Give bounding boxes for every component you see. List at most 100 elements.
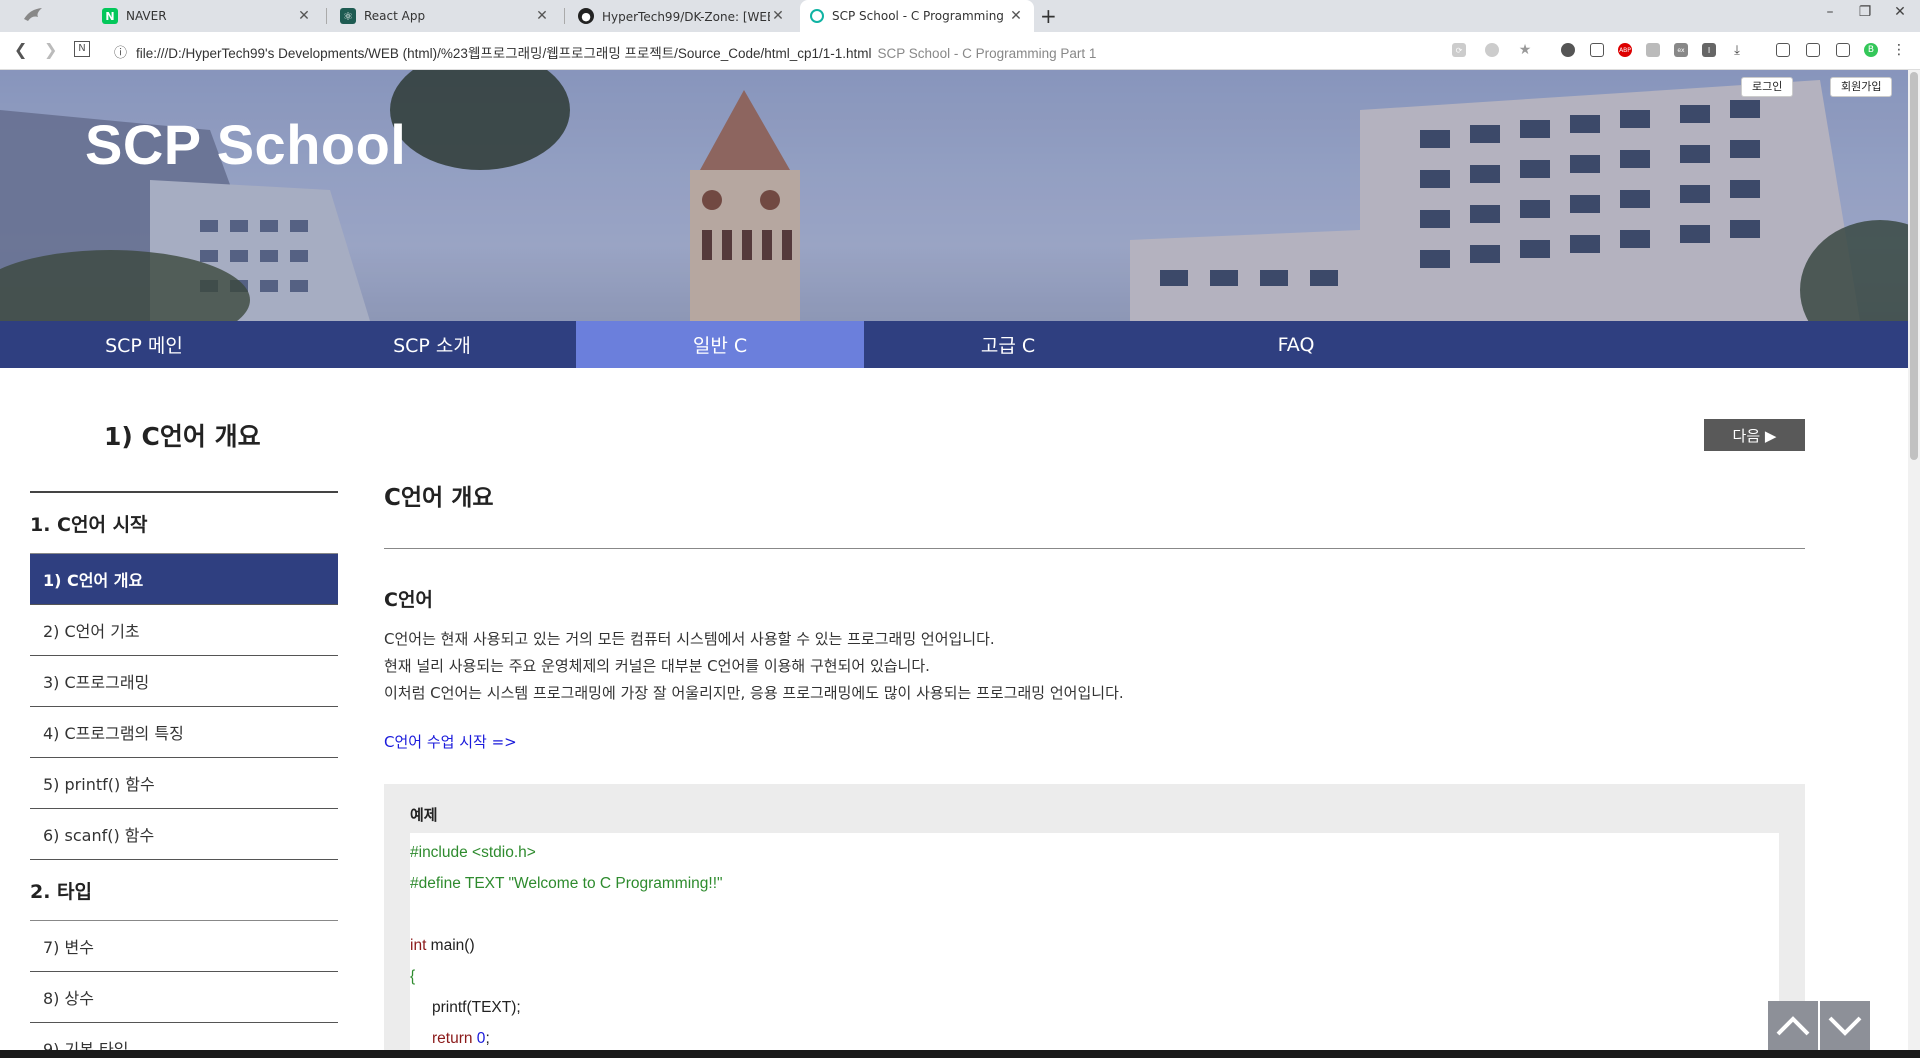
code-line: #include <stdio.h> [410, 844, 536, 861]
example-title: 예제 [410, 806, 438, 824]
code-line: int main() [410, 930, 1779, 961]
tab-github[interactable]: ● HyperTech99/DK-Zone: [WEB]개 ✕ [568, 0, 796, 32]
chevron-up-icon [1776, 1016, 1810, 1036]
paragraph-line: 현재 널리 사용되는 주요 운영체제의 커널은 대부분 C언어를 이용해 구현되… [384, 657, 930, 675]
site-title[interactable]: SCP School [85, 112, 406, 177]
github-icon: ● [578, 8, 594, 24]
home-icon[interactable]: N [74, 41, 90, 57]
divider [384, 548, 1805, 549]
scrollbar-thumb[interactable] [1910, 72, 1918, 460]
browser-tab-bar: N NAVER ✕ ⚛ React App ✕ ● HyperTech99/DK… [0, 0, 1920, 32]
scroll-to-top-button[interactable] [1768, 1001, 1818, 1051]
signup-button[interactable]: 회원가입 [1830, 77, 1893, 97]
code-line: printf(TEXT); [432, 999, 521, 1016]
reload-icon[interactable]: ⟳ [1452, 43, 1466, 57]
page-scrollbar[interactable] [1908, 70, 1920, 1058]
minimize-icon[interactable]: – [1820, 4, 1840, 20]
url-text: file:///D:/HyperTech99's Developments/WE… [136, 46, 872, 61]
sidebar-section-title: 2. 타입 [30, 860, 338, 921]
star-icon[interactable]: ★ [1518, 42, 1532, 58]
tab-title: HyperTech99/DK-Zone: [WEB]개 [602, 9, 770, 24]
sidebar-item-c-overview[interactable]: 1) C언어 개요 [30, 554, 338, 605]
tab-separator [326, 8, 327, 24]
sidebar-item-scanf[interactable]: 6) scanf() 함수 [30, 809, 338, 860]
os-taskbar [0, 1050, 1920, 1058]
main-content: C언어 개요 C언어 C언어는 현재 사용되고 있는 거의 모든 컴퓨터 시스템… [384, 478, 1805, 752]
info-icon[interactable]: ⓘ [114, 42, 127, 61]
profile-avatar[interactable]: B [1864, 43, 1878, 57]
scroll-to-bottom-button[interactable] [1820, 1001, 1870, 1051]
sidebar-item-c-features[interactable]: 4) C프로그램의 특징 [30, 707, 338, 758]
tab-react-app[interactable]: ⚛ React App ✕ [330, 0, 560, 32]
sidebar-section-title: 1. C언어 시작 [30, 493, 338, 554]
extension-icon[interactable]: ex [1674, 43, 1688, 57]
sidebar-item-variables[interactable]: 7) 변수 [30, 921, 338, 972]
tab-title: React App [364, 9, 426, 23]
code-number: 0 [472, 1030, 486, 1047]
nav-item-scp-main[interactable]: SCP 메인 [0, 321, 288, 368]
start-lesson-link[interactable]: C언어 수업 시작 => [384, 731, 517, 752]
code-line: { [410, 968, 416, 985]
reader-icon[interactable] [1806, 43, 1820, 57]
sidebar-item-c-programming[interactable]: 3) C프로그래밍 [30, 656, 338, 707]
code-block: #include <stdio.h> #define TEXT "Welcome… [410, 833, 1779, 1058]
sidebar: 1. C언어 시작 1) C언어 개요 2) C언어 기초 3) C프로그래밍 … [30, 491, 338, 1058]
close-icon[interactable]: ✕ [534, 8, 550, 24]
nav-item-faq[interactable]: FAQ [1152, 321, 1440, 368]
sidebar-item-printf[interactable]: 5) printf() 함수 [30, 758, 338, 809]
menu-icon[interactable]: ⋮ [1892, 42, 1906, 58]
address-bar: ❮ ❯ N ⓘ file:///D:/HyperTech99's Develop… [0, 32, 1920, 70]
naver-icon: N [102, 8, 118, 24]
nav-item-advanced-c[interactable]: 고급 C [864, 321, 1152, 368]
sidepanel-icon[interactable] [1836, 43, 1850, 57]
sidebar-item-constants[interactable]: 8) 상수 [30, 972, 338, 1023]
screenshot-icon[interactable] [1776, 43, 1790, 57]
close-icon[interactable]: ✕ [770, 8, 786, 24]
nav-item-scp-intro[interactable]: SCP 소개 [288, 321, 576, 368]
url-field[interactable]: file:///D:/HyperTech99's Developments/WE… [136, 42, 1096, 62]
tab-naver[interactable]: N NAVER ✕ [92, 0, 322, 32]
tab-title: NAVER [126, 9, 167, 23]
window-icon[interactable] [1590, 43, 1604, 57]
close-window-icon[interactable]: ✕ [1890, 4, 1910, 20]
close-icon[interactable]: ✕ [1008, 8, 1024, 24]
paragraph-line: C언어는 현재 사용되고 있는 거의 모든 컴퓨터 시스템에서 사용할 수 있는… [384, 630, 995, 648]
new-tab-button[interactable]: + [1040, 4, 1057, 28]
tab-scp-school[interactable]: SCP School - C Programming P ✕ [800, 0, 1034, 32]
hero-banner: SCP School 로그인 회원가입 [0, 70, 1920, 321]
code-keyword: return [432, 1030, 473, 1047]
extension-icon[interactable] [1646, 43, 1660, 57]
code-keyword: int [410, 937, 427, 954]
main-nav: SCP 메인 SCP 소개 일반 C 고급 C FAQ [0, 321, 1920, 368]
paragraph-line: 이처럼 C언어는 시스템 프로그래밍에 가장 잘 어울리지만, 응용 프로그래밍… [384, 684, 1124, 702]
campus-illustration [0, 70, 1920, 321]
adblock-icon[interactable]: ABP [1618, 43, 1632, 57]
nav-item-general-c[interactable]: 일반 C [576, 321, 864, 368]
example-box: 예제 #include <stdio.h> #define TEXT "Welc… [384, 784, 1805, 1058]
code-line: #define TEXT "Welcome to C Programming!!… [410, 875, 723, 892]
next-button[interactable]: 다음 ▶ [1704, 419, 1805, 451]
sidebar-item-c-basics[interactable]: 2) C언어 기초 [30, 605, 338, 656]
close-icon[interactable]: ✕ [296, 8, 312, 24]
code-punct: ; [485, 1030, 490, 1047]
content-title: C언어 개요 [384, 485, 494, 511]
chevron-down-icon [1828, 1016, 1862, 1036]
tab-separator [564, 8, 565, 24]
restore-icon[interactable]: ❐ [1855, 4, 1875, 20]
extension-icon[interactable] [1561, 43, 1575, 57]
page-title: 1) C언어 개요 [104, 422, 261, 451]
react-icon: ⚛ [340, 8, 356, 24]
extension-icon[interactable]: I [1702, 43, 1716, 57]
browser-logo-icon [24, 8, 42, 21]
shield-icon[interactable] [1485, 43, 1499, 57]
content-paragraph: C언어는 현재 사용되고 있는 거의 모든 컴퓨터 시스템에서 사용할 수 있는… [384, 626, 1805, 707]
forward-icon[interactable]: ❯ [44, 40, 57, 59]
code-function: main() [426, 937, 475, 954]
globe-icon [810, 9, 824, 23]
url-page-title: SCP School - C Programming Part 1 [877, 46, 1097, 61]
back-icon[interactable]: ❮ [14, 40, 27, 59]
download-icon[interactable]: ⤓ [1730, 43, 1744, 58]
content-subtitle: C언어 [384, 589, 433, 611]
login-button[interactable]: 로그인 [1741, 77, 1794, 97]
